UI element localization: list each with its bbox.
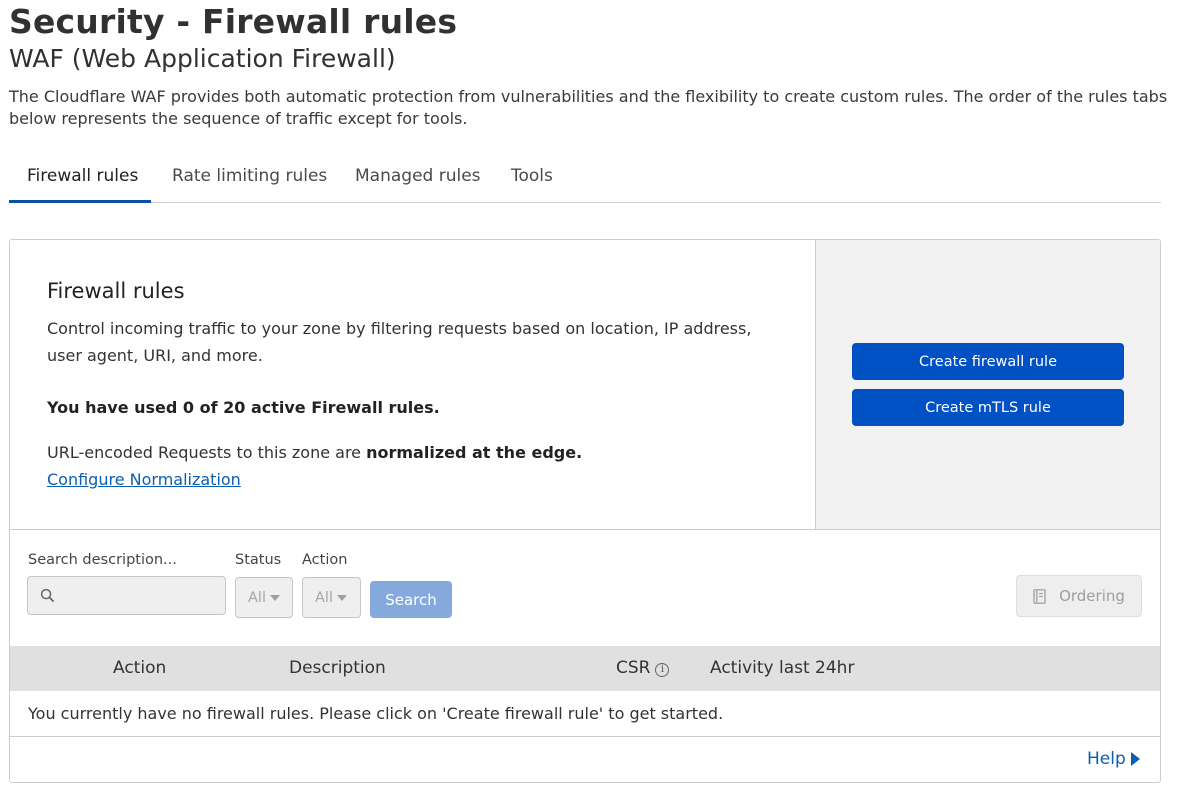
firewall-rules-panel: Firewall rules Control incoming traffic … bbox=[9, 239, 1161, 783]
section-title: Firewall rules bbox=[47, 279, 185, 303]
section-description: Control incoming traffic to your zone by… bbox=[47, 319, 752, 365]
normalization-bold: normalized at the edge. bbox=[366, 443, 583, 462]
column-activity: Activity last 24hr bbox=[710, 658, 855, 678]
help-label: Help bbox=[1087, 749, 1126, 769]
empty-state-message: You currently have no firewall rules. Pl… bbox=[28, 704, 724, 723]
create-mtls-rule-button[interactable]: Create mTLS rule bbox=[852, 389, 1124, 426]
tab-tools[interactable]: Tools bbox=[511, 158, 553, 203]
normalization-prefix: URL-encoded Requests to this zone are bbox=[47, 443, 367, 462]
action-label: Action bbox=[302, 552, 348, 568]
action-select[interactable]: All bbox=[302, 577, 361, 618]
configure-normalization-link[interactable]: Configure Normalization bbox=[47, 470, 241, 489]
firewall-info-section: Firewall rules Control incoming traffic … bbox=[10, 240, 816, 530]
search-icon bbox=[40, 588, 55, 603]
action-select-value: All bbox=[315, 589, 333, 606]
tab-bar: Firewall rules Rate limiting rules Manag… bbox=[9, 158, 1161, 203]
help-link[interactable]: Help bbox=[1087, 749, 1140, 769]
status-select[interactable]: All bbox=[235, 577, 293, 618]
rules-table-header: Action Description CSR i Activity last 24… bbox=[10, 646, 1160, 691]
tab-rate-limiting-rules[interactable]: Rate limiting rules bbox=[172, 158, 327, 203]
search-input[interactable] bbox=[27, 576, 226, 615]
page-title: Security - Firewall rules bbox=[9, 2, 458, 41]
actions-section: Create firewall rule Create mTLS rule bbox=[816, 240, 1160, 530]
status-select-value: All bbox=[248, 589, 266, 606]
document-icon bbox=[1033, 588, 1046, 604]
page-subtitle: WAF (Web Application Firewall) bbox=[9, 44, 396, 73]
create-firewall-rule-button[interactable]: Create firewall rule bbox=[852, 343, 1124, 380]
tab-firewall-rules[interactable]: Firewall rules bbox=[9, 158, 151, 203]
usage-text: You have used 0 of 20 active Firewall ru… bbox=[47, 398, 440, 417]
page-description: The Cloudflare WAF provides both automat… bbox=[9, 87, 1168, 128]
column-action: Action bbox=[113, 658, 167, 678]
search-button[interactable]: Search bbox=[370, 581, 452, 618]
info-icon[interactable]: i bbox=[655, 663, 670, 677]
chevron-down-icon bbox=[269, 594, 280, 601]
column-csr: CSR i bbox=[616, 658, 670, 678]
normalization-text: URL-encoded Requests to this zone are no… bbox=[47, 443, 582, 462]
column-csr-label: CSR bbox=[616, 658, 651, 678]
ordering-button[interactable]: Ordering bbox=[1016, 575, 1142, 617]
empty-state-row: You currently have no firewall rules. Pl… bbox=[10, 691, 1160, 737]
chevron-down-icon bbox=[336, 594, 347, 601]
ordering-label: Ordering bbox=[1059, 587, 1125, 605]
caret-right-icon bbox=[1130, 752, 1140, 766]
column-description: Description bbox=[289, 658, 386, 678]
status-label: Status bbox=[235, 552, 282, 568]
tab-managed-rules[interactable]: Managed rules bbox=[355, 158, 481, 203]
search-label: Search description... bbox=[28, 552, 177, 568]
